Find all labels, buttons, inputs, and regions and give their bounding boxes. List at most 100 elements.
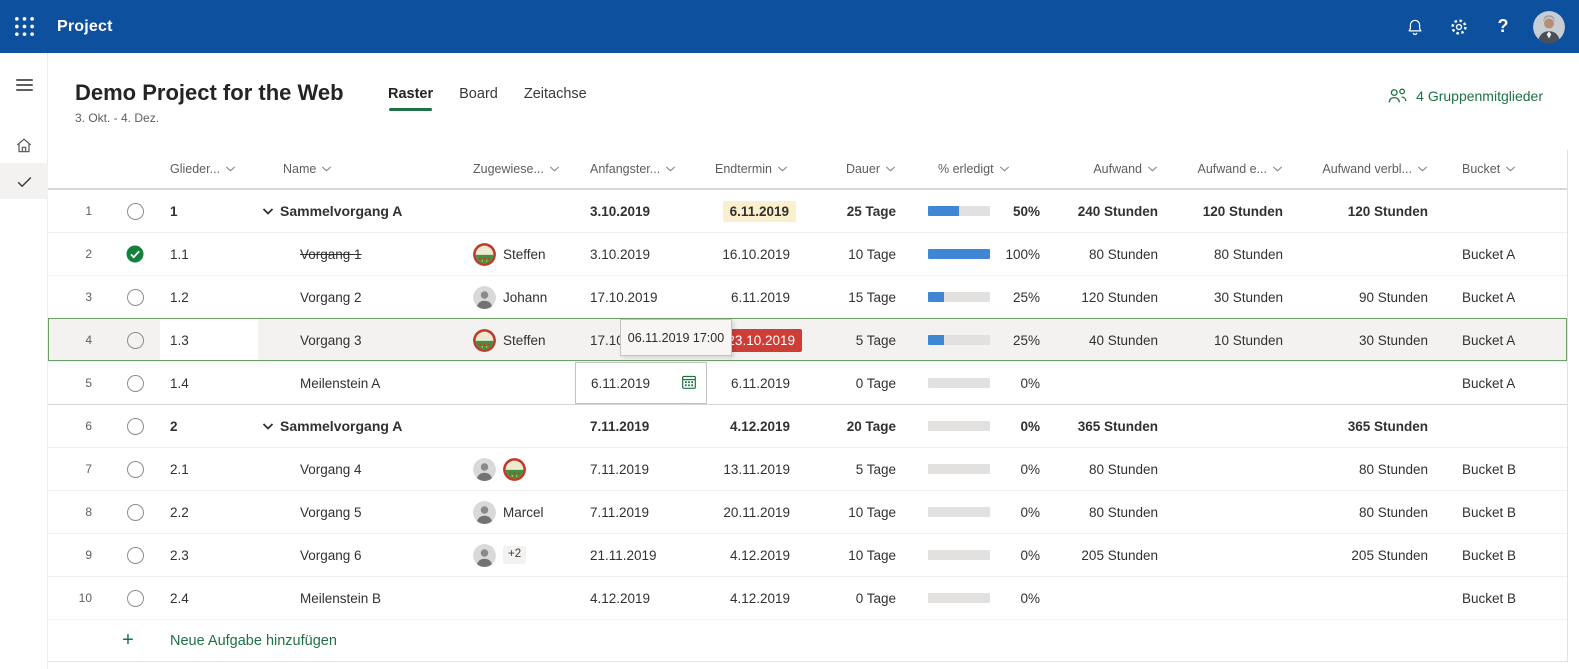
cell-aufwand-erledigt[interactable]: 80 Stunden [1165, 233, 1290, 275]
cell-name[interactable]: Vorgang 4 [258, 448, 460, 490]
cell-aufwand-verbleibend[interactable]: 120 Stunden [1290, 190, 1435, 232]
task-complete-toggle[interactable] [110, 362, 160, 404]
cell-outline[interactable]: 1 [160, 190, 258, 232]
calendar-picker-button[interactable] [681, 374, 697, 393]
cell-name[interactable]: Meilenstein A [258, 362, 460, 404]
cell-percent-complete[interactable]: 0% [906, 362, 1050, 404]
help-button[interactable]: ? [1481, 0, 1525, 53]
cell-aufwand-verbleibend[interactable]: 30 Stunden [1290, 319, 1435, 361]
cell-assigned[interactable] [460, 577, 575, 619]
cell-percent-complete[interactable]: 25% [906, 319, 1050, 361]
task-complete-toggle[interactable] [110, 491, 160, 533]
task-complete-toggle[interactable] [110, 276, 160, 318]
app-title[interactable]: Project [57, 18, 113, 36]
cell-start[interactable]: 7.11.2019 [575, 448, 707, 490]
cell-dauer[interactable]: 10 Tage [810, 233, 906, 275]
cell-end[interactable]: 6.11.2019 [707, 362, 810, 404]
cell-assigned[interactable]: +2 [460, 534, 575, 576]
cell-assigned[interactable]: Marcel [460, 491, 575, 533]
col-header-anfangstermin[interactable]: Anfangster... [575, 150, 707, 188]
table-row[interactable]: 1 1 Sammelvorgang A 3.10.2019 6.11.2019 … [48, 189, 1567, 232]
cell-start[interactable]: 3.10.2019 [575, 190, 707, 232]
cell-dauer[interactable]: 10 Tage [810, 491, 906, 533]
cell-aufwand-erledigt[interactable] [1165, 448, 1290, 490]
task-complete-toggle[interactable] [110, 577, 160, 619]
cell-name[interactable]: Meilenstein B [258, 577, 460, 619]
cell-percent-complete[interactable]: 50% [906, 190, 1050, 232]
table-row[interactable]: 10 2.4 Meilenstein B 4.12.2019 4.12.2019… [48, 576, 1567, 619]
nav-tasks-button[interactable] [0, 163, 48, 199]
cell-percent-complete[interactable]: 0% [906, 534, 1050, 576]
nav-home-button[interactable] [0, 127, 48, 163]
cell-outline[interactable]: 2.4 [160, 577, 258, 619]
table-row[interactable]: 5 1.4 Meilenstein A 6.11.2019 6.11.2019 … [48, 361, 1567, 404]
cell-outline-active[interactable]: 1.3 [160, 319, 258, 361]
cell-aufwand-erledigt[interactable] [1165, 577, 1290, 619]
table-row[interactable]: 7 2.1 Vorgang 4 7.11.2019 13.11.2019 5 T… [48, 447, 1567, 490]
cell-aufwand-erledigt[interactable]: 30 Stunden [1165, 276, 1290, 318]
cell-bucket[interactable]: Bucket B [1435, 534, 1568, 576]
cell-bucket[interactable]: Bucket B [1435, 448, 1568, 490]
table-row-selected[interactable]: 4 1.3 Vorgang 3 Steffen 17.10.2019 23.10… [48, 318, 1567, 361]
cell-bucket[interactable]: Bucket A [1435, 319, 1568, 361]
add-task-button[interactable]: + Neue Aufgabe hinzufügen [48, 619, 1567, 662]
cell-outline[interactable]: 2 [160, 405, 258, 447]
cell-aufwand[interactable]: 80 Stunden [1050, 491, 1165, 533]
cell-start[interactable]: 7.11.2019 [575, 405, 707, 447]
cell-aufwand-verbleibend[interactable]: 205 Stunden [1290, 534, 1435, 576]
app-launcher-waffle-icon[interactable] [0, 0, 48, 53]
account-avatar[interactable] [1533, 11, 1565, 43]
cell-aufwand[interactable]: 120 Stunden [1050, 276, 1165, 318]
task-complete-toggle[interactable] [110, 190, 160, 232]
cell-name[interactable]: Sammelvorgang A [258, 190, 460, 232]
col-header-aufwand[interactable]: Aufwand [1050, 150, 1165, 188]
cell-end[interactable]: 16.10.2019 [707, 233, 810, 275]
cell-aufwand-erledigt[interactable] [1165, 362, 1290, 404]
cell-name[interactable]: Sammelvorgang A [258, 405, 460, 447]
cell-start-editing[interactable]: 6.11.2019 [575, 362, 707, 404]
table-row[interactable]: 3 1.2 Vorgang 2 Johann 17.10.2019 6.11.2… [48, 275, 1567, 318]
cell-aufwand[interactable]: 40 Stunden [1050, 319, 1165, 361]
cell-aufwand-verbleibend[interactable] [1290, 577, 1435, 619]
tab-raster[interactable]: Raster [388, 86, 433, 111]
cell-end[interactable]: 20.11.2019 [707, 491, 810, 533]
cell-dauer[interactable]: 0 Tage [810, 577, 906, 619]
cell-outline[interactable]: 2.1 [160, 448, 258, 490]
cell-aufwand-erledigt[interactable]: 120 Stunden [1165, 190, 1290, 232]
cell-assigned[interactable]: Steffen [460, 233, 575, 275]
cell-aufwand-erledigt[interactable] [1165, 491, 1290, 533]
cell-percent-complete[interactable]: 0% [906, 448, 1050, 490]
cell-dauer[interactable]: 20 Tage [810, 405, 906, 447]
cell-start[interactable]: 21.11.2019 [575, 534, 707, 576]
date-edit-field[interactable]: 6.11.2019 [575, 362, 707, 404]
cell-end[interactable]: 4.12.2019 [707, 577, 810, 619]
cell-outline[interactable]: 1.2 [160, 276, 258, 318]
cell-assigned[interactable] [460, 405, 575, 447]
col-header-aufwand-verbleibend[interactable]: Aufwand verbl... [1290, 150, 1435, 188]
cell-aufwand[interactable] [1050, 577, 1165, 619]
cell-start[interactable]: 4.12.2019 [575, 577, 707, 619]
collapse-chevron-icon[interactable] [262, 422, 274, 430]
cell-bucket[interactable] [1435, 190, 1568, 232]
cell-bucket[interactable]: Bucket A [1435, 276, 1568, 318]
task-complete-toggle[interactable] [110, 233, 160, 275]
cell-assigned[interactable]: Johann [460, 276, 575, 318]
cell-assigned[interactable] [460, 190, 575, 232]
cell-aufwand[interactable]: 205 Stunden [1050, 534, 1165, 576]
more-assignees-badge[interactable]: +2 [503, 546, 527, 564]
cell-aufwand-verbleibend[interactable] [1290, 362, 1435, 404]
cell-start[interactable]: 17.10.2019 [575, 276, 707, 318]
cell-start[interactable]: 7.11.2019 [575, 491, 707, 533]
cell-aufwand[interactable]: 80 Stunden [1050, 448, 1165, 490]
cell-aufwand-verbleibend[interactable] [1290, 233, 1435, 275]
collapse-chevron-icon[interactable] [262, 207, 274, 215]
tab-board[interactable]: Board [459, 86, 498, 111]
cell-dauer[interactable]: 25 Tage [810, 190, 906, 232]
cell-percent-complete[interactable]: 0% [906, 491, 1050, 533]
cell-end[interactable]: 6.11.2019 [707, 190, 810, 232]
cell-aufwand[interactable]: 240 Stunden [1050, 190, 1165, 232]
cell-name[interactable]: Vorgang 6 [258, 534, 460, 576]
task-complete-toggle[interactable] [110, 319, 160, 361]
cell-aufwand-verbleibend[interactable]: 80 Stunden [1290, 491, 1435, 533]
group-members-button[interactable]: 4 Gruppenmitglieder [1386, 87, 1543, 104]
